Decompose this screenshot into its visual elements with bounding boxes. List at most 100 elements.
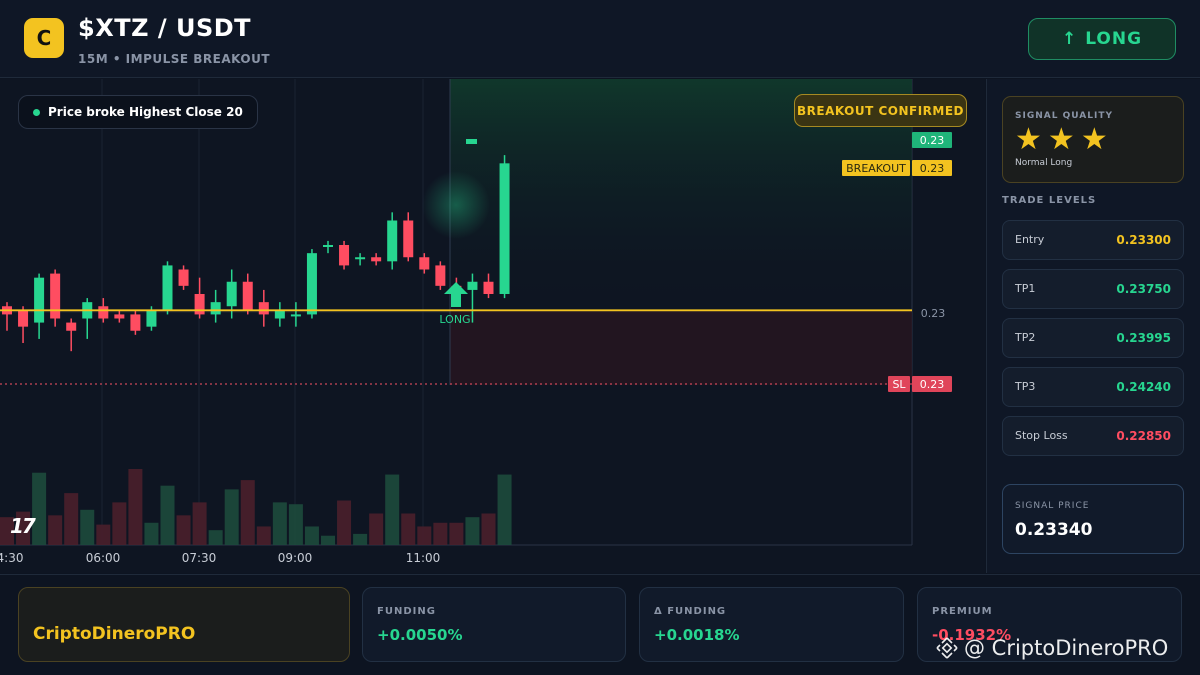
status-dot xyxy=(33,108,40,116)
star-icon: ★ xyxy=(1080,122,1108,157)
stop-loss-zone xyxy=(450,311,912,385)
sl-tag: SL xyxy=(892,378,906,391)
time-tick-label: 4:30 xyxy=(0,551,23,565)
volume-bar xyxy=(417,526,432,545)
star-icon: ★ xyxy=(1047,122,1075,157)
candle-body xyxy=(387,220,398,262)
level-tp1: TP1 0.23750 xyxy=(1002,269,1184,309)
candle-body xyxy=(323,245,333,247)
time-tick-label: 09:00 xyxy=(278,551,313,565)
time-tick-label: 11:00 xyxy=(406,551,441,565)
volume-bar xyxy=(321,535,335,545)
breakout-price-tag: 0.23 xyxy=(920,162,945,175)
candle-body xyxy=(98,306,109,319)
candle-body xyxy=(403,220,414,258)
tradingview-logo: 17 xyxy=(10,514,36,538)
candle-body xyxy=(66,322,77,331)
timeframe-subtitle: 15M • IMPULSE BREAKOUT xyxy=(78,52,271,66)
candle-body xyxy=(290,314,301,317)
premium-label: PREMIUM xyxy=(932,606,993,617)
long-marker-label: LONG xyxy=(439,313,470,326)
candle-body xyxy=(242,281,253,311)
level-name: Entry xyxy=(1015,233,1045,246)
volume-bar xyxy=(369,513,384,545)
candle-body xyxy=(114,314,125,319)
signal-quality-card: SIGNAL QUALITY ★ ★ ★ Normal Long xyxy=(1002,96,1184,183)
volume-bar xyxy=(449,522,464,545)
signal-quality-note: Normal Long xyxy=(1015,158,1073,168)
volume-bar xyxy=(96,524,111,545)
candle-body xyxy=(194,294,205,315)
breakout-glow xyxy=(422,171,490,239)
level-stop-loss: Stop Loss 0.22850 xyxy=(1002,416,1184,456)
watermark-text: @ CriptoDineroPRO xyxy=(964,636,1169,660)
volume-bar xyxy=(272,502,287,545)
level-value: 0.24240 xyxy=(1116,380,1171,394)
funding-value: +0.0050% xyxy=(377,626,463,644)
breakout-confirmed-badge: BREAKOUT CONFIRMED xyxy=(794,94,967,127)
volume-bar xyxy=(240,480,255,545)
pair-title: $XTZ / USDT xyxy=(78,14,252,42)
funding-label: FUNDING xyxy=(377,606,436,617)
volume-bar xyxy=(288,504,303,545)
chart-canvas[interactable]: LONG 0.23 BREAKOUT 0.23 0.23 SL 0.23 4:30 06:00 0… xyxy=(0,79,985,573)
candle-body xyxy=(146,310,157,327)
star-rating: ★ ★ ★ xyxy=(1015,125,1108,155)
candle-body xyxy=(467,281,478,290)
volume-bar xyxy=(48,515,63,545)
time-tick-label: 07:30 xyxy=(182,551,217,565)
funding-card: FUNDING +0.0050% xyxy=(362,587,626,662)
level-value: 0.23300 xyxy=(1116,233,1171,247)
candle-body xyxy=(499,163,510,294)
volume-bar xyxy=(144,522,159,545)
next-candle-stub xyxy=(466,139,477,144)
price-chart[interactable]: LONG 0.23 BREAKOUT 0.23 0.23 SL 0.23 4:30 06:00 0… xyxy=(0,79,985,573)
volume-bar xyxy=(353,533,368,545)
candle-body xyxy=(306,253,317,315)
volume-bar xyxy=(433,522,448,545)
candle-body xyxy=(226,281,237,307)
volume-bar xyxy=(80,509,95,545)
signal-quality-label: SIGNAL QUALITY xyxy=(1015,111,1113,121)
level-value: 0.23995 xyxy=(1116,331,1171,345)
candle-body xyxy=(162,265,173,311)
delta-funding-value: +0.0018% xyxy=(654,626,740,644)
info-pill: Price broke Highest Close 20 xyxy=(18,95,258,129)
volume-bar xyxy=(32,472,47,545)
arrow-up-icon: ↑ xyxy=(1061,29,1078,49)
candlesticks xyxy=(2,139,510,352)
brand-card: CriptoDineroPRO xyxy=(18,587,350,662)
price-tick-label: 0.23 xyxy=(921,307,946,320)
candle-body xyxy=(18,310,29,327)
app-logo: C xyxy=(24,18,64,58)
time-tick-label: 06:00 xyxy=(86,551,121,565)
volume-bars xyxy=(0,469,512,545)
candle-body xyxy=(50,273,61,319)
level-name: TP2 xyxy=(1015,331,1036,344)
delta-funding-label: Δ FUNDING xyxy=(654,606,727,617)
info-pill-text: Price broke Highest Close 20 xyxy=(48,105,243,119)
delta-funding-card: Δ FUNDING +0.0018% xyxy=(639,587,904,662)
signal-price-label: SIGNAL PRICE xyxy=(1015,501,1090,511)
candle-body xyxy=(339,245,350,266)
volume-bar xyxy=(497,474,512,545)
volume-bar xyxy=(208,530,223,545)
binance-icon xyxy=(936,637,958,659)
long-button-label: LONG xyxy=(1085,29,1143,49)
long-button[interactable]: ↑ LONG xyxy=(1028,18,1176,60)
candle-body xyxy=(355,257,366,260)
level-value: 0.23750 xyxy=(1116,282,1171,296)
volume-bar xyxy=(192,502,207,545)
level-tp2: TP2 0.23995 xyxy=(1002,318,1184,358)
breakout-tag: BREAKOUT xyxy=(846,162,906,175)
volume-bar xyxy=(465,517,480,545)
level-value: 0.22850 xyxy=(1116,429,1171,443)
volume-bar xyxy=(337,500,352,545)
candle-body xyxy=(210,302,221,315)
candle-body xyxy=(419,257,430,270)
volume-bar xyxy=(224,489,239,545)
candle-body xyxy=(178,269,189,286)
price-tag-top: 0.23 xyxy=(920,134,945,147)
candle-body xyxy=(435,265,446,286)
volume-bar xyxy=(304,526,319,545)
